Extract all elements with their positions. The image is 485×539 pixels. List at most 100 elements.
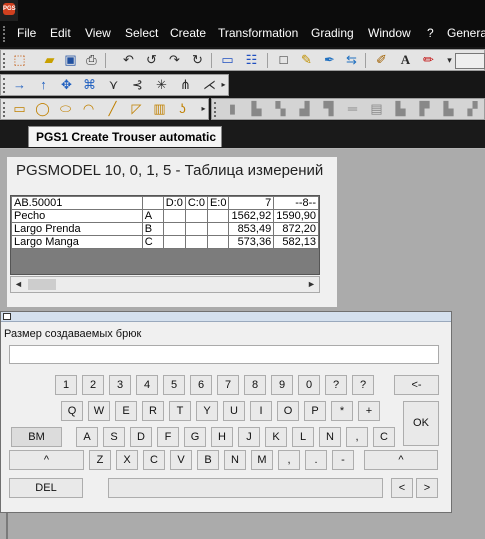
key-row4-2[interactable]: C bbox=[143, 450, 165, 470]
table-cell[interactable] bbox=[184, 222, 208, 236]
app-logo-icon[interactable]: PGS bbox=[0, 0, 18, 21]
key-row3-11[interactable]: C bbox=[373, 427, 395, 447]
save-icon[interactable]: ▣ bbox=[62, 52, 79, 68]
grade-icon-4[interactable]: ▟ bbox=[296, 101, 313, 117]
redo-all-icon[interactable]: ↻ bbox=[189, 52, 206, 68]
menu-help[interactable]: ? bbox=[427, 26, 434, 40]
tab-pgs1-create-trouser[interactable]: PGS1 Create Trouser automatic bbox=[28, 126, 222, 147]
key-row2-9[interactable]: P bbox=[304, 401, 326, 421]
key-row1-0[interactable]: 1 bbox=[55, 375, 77, 395]
table-cell[interactable]: 582,13 bbox=[273, 235, 319, 249]
key-row1-4[interactable]: 5 bbox=[163, 375, 185, 395]
grade-icon-5[interactable]: ▜ bbox=[320, 101, 337, 117]
key-row3-6[interactable]: J bbox=[238, 427, 260, 447]
toolbar-overflow-icon[interactable]: ▸ bbox=[199, 101, 208, 117]
move-icon[interactable]: ✥ bbox=[58, 77, 75, 93]
grade-icon-8[interactable]: ▙ bbox=[392, 101, 409, 117]
table-cell[interactable]: Pecho bbox=[11, 209, 143, 223]
branch-icon[interactable]: ⊰ bbox=[129, 77, 146, 93]
font-icon[interactable]: A bbox=[397, 52, 414, 68]
line-style-select[interactable] bbox=[455, 53, 485, 69]
multi-move-icon[interactable]: ⌘ bbox=[81, 77, 98, 93]
curve-icon[interactable]: ◠ bbox=[80, 101, 97, 117]
pleat-icon[interactable]: ▥ bbox=[151, 101, 168, 117]
rectangle-icon[interactable]: ▭ bbox=[11, 101, 28, 117]
button-hole-icon[interactable]: ʖ bbox=[174, 101, 191, 117]
key-row1-11[interactable]: ? bbox=[352, 375, 374, 395]
measure-icon[interactable]: ▭ bbox=[219, 52, 236, 68]
table-cell[interactable] bbox=[206, 235, 230, 249]
star-point-icon[interactable]: ✳ bbox=[153, 77, 170, 93]
key-row1-6[interactable]: 7 bbox=[217, 375, 239, 395]
bm-key[interactable]: BM bbox=[11, 427, 62, 447]
table-cell[interactable] bbox=[206, 209, 230, 223]
table-cell[interactable]: C bbox=[141, 235, 164, 249]
menu-general[interactable]: Genera bbox=[447, 26, 485, 40]
key-row2-6[interactable]: U bbox=[223, 401, 245, 421]
toolbar-grip[interactable] bbox=[3, 78, 8, 93]
key-row2-11[interactable]: + bbox=[358, 401, 380, 421]
key-row3-4[interactable]: G bbox=[184, 427, 206, 447]
table-cell[interactable]: Largo Prenda bbox=[11, 222, 143, 236]
arrow-up-icon[interactable]: ↑ bbox=[35, 77, 52, 93]
menu-edit[interactable]: Edit bbox=[50, 26, 71, 40]
grade-icon-11[interactable]: ▞ bbox=[464, 101, 481, 117]
node-icon[interactable]: ⋔ bbox=[177, 77, 194, 93]
table-row[interactable]: Pecho A 1562,92 1590,90 bbox=[11, 209, 319, 223]
key-row3-7[interactable]: K bbox=[265, 427, 287, 447]
menu-create[interactable]: Create bbox=[170, 26, 206, 40]
key-row1-2[interactable]: 3 bbox=[109, 375, 131, 395]
print-icon[interactable]: ⎙ bbox=[83, 52, 100, 68]
key-row2-5[interactable]: Y bbox=[196, 401, 218, 421]
grading-table-icon[interactable]: ☷ bbox=[243, 52, 260, 68]
scroll-thumb[interactable] bbox=[28, 279, 56, 290]
key-row1-8[interactable]: 9 bbox=[271, 375, 293, 395]
header-cell[interactable]: --8-- bbox=[273, 196, 319, 210]
header-cell[interactable]: D:0 bbox=[162, 196, 186, 210]
swap-icon[interactable]: ⇆ bbox=[343, 52, 360, 68]
color-pen-icon[interactable]: ✏ bbox=[420, 52, 437, 68]
edit-pencil-icon[interactable]: ✎ bbox=[298, 52, 315, 68]
del-key[interactable]: DEL bbox=[9, 478, 83, 498]
key-row2-10[interactable]: * bbox=[331, 401, 353, 421]
header-cell[interactable] bbox=[141, 196, 164, 210]
toolbar-overflow-icon[interactable]: ▸ bbox=[219, 77, 228, 93]
key-row1-7[interactable]: 8 bbox=[244, 375, 266, 395]
key-row1-3[interactable]: 4 bbox=[136, 375, 158, 395]
key-row2-3[interactable]: R bbox=[142, 401, 164, 421]
key-row3-10[interactable]: , bbox=[346, 427, 368, 447]
undo-icon[interactable]: ↶ bbox=[120, 52, 137, 68]
key-row2-8[interactable]: O bbox=[277, 401, 299, 421]
table-cell[interactable] bbox=[184, 209, 208, 223]
key-row2-4[interactable]: T bbox=[169, 401, 191, 421]
table-row[interactable]: Largo Prenda B 853,49 872,20 bbox=[11, 222, 319, 236]
table-cell[interactable]: 853,49 bbox=[228, 222, 275, 236]
table-cell[interactable] bbox=[184, 235, 208, 249]
header-cell[interactable]: E:0 bbox=[206, 196, 230, 210]
horizontal-scrollbar[interactable]: ◄ ► bbox=[10, 276, 320, 293]
key-row4-4[interactable]: B bbox=[197, 450, 219, 470]
pen-icon[interactable]: ✐ bbox=[373, 52, 390, 68]
key-row3-2[interactable]: D bbox=[130, 427, 152, 447]
dialog-titlebar[interactable] bbox=[1, 312, 451, 322]
ellipse-icon[interactable]: ⬭ bbox=[57, 101, 74, 117]
text-icon[interactable]: ✒ bbox=[321, 52, 338, 68]
key-row3-8[interactable]: L bbox=[292, 427, 314, 447]
size-input[interactable] bbox=[9, 345, 439, 364]
backspace-key[interactable]: <- bbox=[394, 375, 439, 395]
scroll-left-icon[interactable]: ◄ bbox=[11, 277, 26, 292]
redo-icon[interactable]: ↷ bbox=[166, 52, 183, 68]
key-row1-5[interactable]: 6 bbox=[190, 375, 212, 395]
key-row1-9[interactable]: 0 bbox=[298, 375, 320, 395]
header-cell[interactable]: C:0 bbox=[184, 196, 208, 210]
key-row4-5[interactable]: N bbox=[224, 450, 246, 470]
toolbar-grip[interactable] bbox=[3, 53, 8, 68]
table-cell[interactable] bbox=[162, 209, 186, 223]
key-row4-9[interactable]: - bbox=[332, 450, 354, 470]
table-cell[interactable]: A bbox=[141, 209, 164, 223]
menu-view[interactable]: View bbox=[85, 26, 111, 40]
key-row4-8[interactable]: . bbox=[305, 450, 327, 470]
grade-icon-6[interactable]: ═ bbox=[344, 101, 361, 117]
toolbar-grip[interactable] bbox=[214, 102, 219, 117]
menu-file[interactable]: File bbox=[17, 26, 36, 40]
